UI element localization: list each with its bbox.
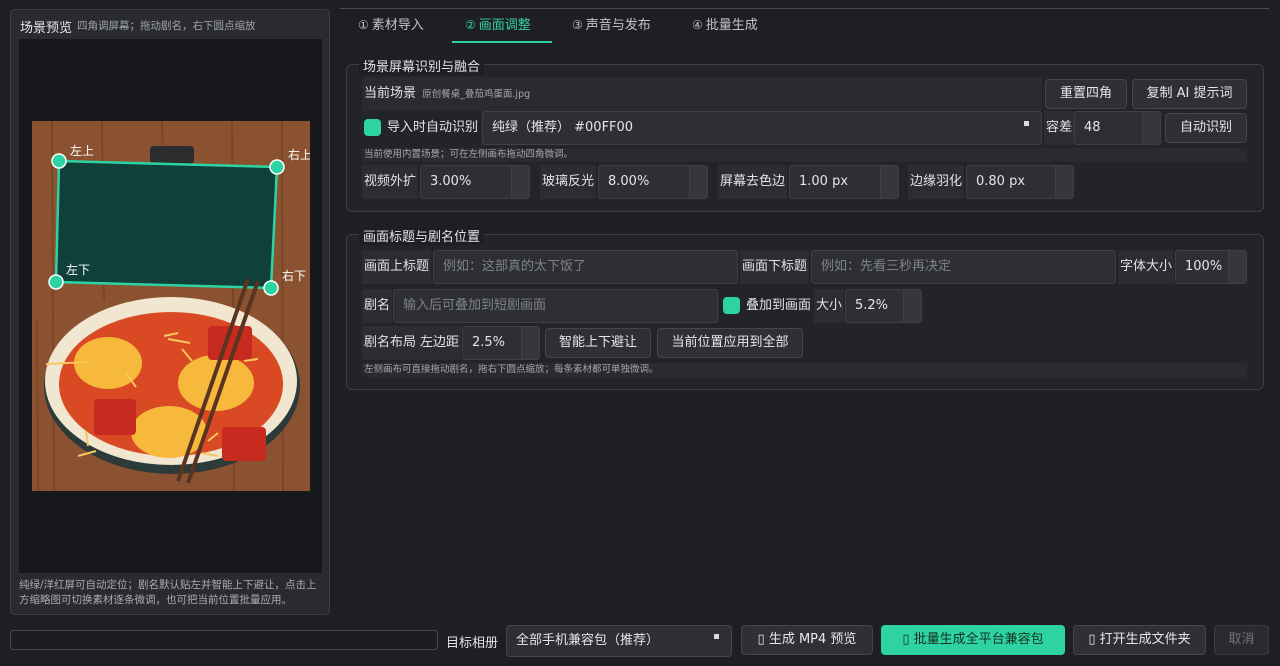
auto-detect-label: 导入时自动识别 [387, 120, 479, 135]
auto-detect-button[interactable]: 自动识别 [1165, 113, 1247, 143]
glass-reflect-label: 玻璃反光 [540, 165, 597, 199]
tomato-1 [94, 399, 136, 435]
tab-label: 素材导入 [371, 18, 424, 33]
dropdown-arrow-icon [714, 634, 719, 639]
group-title: 场景屏幕识别与融合 [359, 56, 485, 75]
left-margin-spinbox[interactable]: 2.5% [462, 326, 540, 360]
top-title-placeholder: 例如：这部真的太下饭了 [443, 259, 587, 274]
current-scene-filename: 原创餐桌_叠茄鸡蛋面.jpg [422, 89, 531, 100]
batch-generate-button[interactable]: ▯ 批量生成全平台兼容包 [881, 625, 1065, 655]
corner-label-bottom-left: 左下 [66, 262, 90, 277]
apply-to-all-button[interactable]: 当前位置应用到全部 [657, 328, 803, 358]
corner-handle-bottom-left[interactable] [48, 274, 64, 290]
open-output-folder-button[interactable]: ▯ 打开生成文件夹 [1073, 625, 1206, 655]
overlay-checkbox[interactable] [723, 297, 740, 314]
drama-name-label: 剧名 [362, 289, 393, 323]
smart-avoid-button[interactable]: 智能上下避让 [545, 328, 651, 358]
edge-feather-spinbox[interactable]: 0.80 px [966, 165, 1074, 199]
left-margin-value: 2.5% [472, 335, 506, 350]
tab-num: ② [465, 18, 476, 32]
overlay-label: 叠加到画面 [746, 298, 812, 313]
top-title-label: 画面上标题 [362, 250, 432, 284]
drama-name-placeholder: 输入后可叠加到短剧画面 [403, 298, 547, 313]
scene-preview-panel: 场景预览 四角调屏幕；拖动剧名，右下圆点缩放 左上 右上 左下 右下 纯绿/洋红… [10, 9, 330, 615]
current-scene-label: 当前场景 [364, 86, 417, 101]
corner-label-top-right: 右上 [288, 147, 310, 162]
bottom-title-placeholder: 例如：先看三秒再决定 [821, 259, 952, 274]
tab-adjust[interactable]: ② 画面调整 [452, 9, 552, 43]
generate-mp4-preview-button[interactable]: ▯ 生成 MP4 预览 [741, 625, 873, 655]
glass-reflect-spinbox[interactable]: 8.00% [598, 165, 708, 199]
font-size-value: 100% [1185, 259, 1223, 274]
screen-trim-label: 屏幕去色边 [718, 165, 788, 199]
title-position-group: 画面标题与剧名位置 画面上标题 例如：这部真的太下饭了 画面下标题 例如：先看三… [346, 226, 1264, 390]
screen-trim-value: 1.00 px [799, 174, 849, 189]
tab-num: ④ [692, 18, 703, 32]
video-expand-value: 3.00% [430, 174, 472, 189]
tomato-2 [222, 427, 266, 461]
scene-image[interactable]: 左上 右上 左下 右下 [32, 121, 310, 491]
size-value: 5.2% [855, 298, 889, 313]
preview-title: 场景预览 [20, 21, 73, 36]
tab-audio-publish[interactable]: ③ 声音与发布 [572, 9, 651, 43]
preview-hint: 四角调屏幕；拖动剧名，右下圆点缩放 [77, 20, 256, 32]
left-margin-label: 左边距 [418, 326, 462, 360]
font-size-label: 字体大小 [1118, 250, 1175, 284]
corner-handle-top-right[interactable] [269, 159, 285, 175]
tab-num: ③ [572, 18, 583, 32]
drama-name-input[interactable]: 输入后可叠加到短剧画面 [393, 289, 718, 323]
screen-trim-spinbox[interactable]: 1.00 px [789, 165, 899, 199]
reset-corners-button[interactable]: 重置四角 [1045, 79, 1127, 109]
corner-handle-bottom-right[interactable] [263, 280, 279, 296]
target-album-value: 全部手机兼容包（推荐） [516, 633, 660, 648]
video-expand-spinbox[interactable]: 3.00% [420, 165, 530, 199]
tab-import[interactable]: ① 素材导入 [358, 9, 424, 43]
size-label: 大小 [814, 289, 845, 323]
preview-footer-hint: 纯绿/洋红屏可自动定位；剧名默认贴左并智能上下避让，点击上方缩略图可切换素材逐条… [19, 579, 317, 606]
auto-detect-checkbox[interactable] [364, 119, 381, 136]
font-size-spinbox[interactable]: 100% [1175, 250, 1247, 284]
phone-camera-nub [150, 146, 194, 164]
group-title: 画面标题与剧名位置 [359, 226, 485, 245]
dropdown-arrow-icon [1024, 121, 1029, 126]
edge-feather-value: 0.80 px [976, 174, 1026, 189]
tab-num: ① [358, 18, 369, 32]
copy-ai-prompt-button[interactable]: 复制 AI 提示词 [1132, 79, 1247, 109]
tab-batch[interactable]: ④ 批量生成 [692, 9, 758, 43]
corner-handle-top-left[interactable] [51, 153, 67, 169]
bottom-title-label: 画面下标题 [740, 250, 810, 284]
size-spinbox[interactable]: 5.2% [845, 289, 922, 323]
tolerance-value: 48 [1084, 120, 1101, 135]
tab-bar: ① 素材导入 ② 画面调整 ③ 声音与发布 ④ 批量生成 [340, 8, 1269, 43]
title-note: 左侧画布可直接拖动剧名，拖右下圆点缩放；每条素材都可单独微调。 [362, 363, 1247, 377]
video-expand-label: 视频外扩 [362, 165, 419, 199]
tolerance-spinbox[interactable]: 48 [1074, 111, 1161, 145]
drama-layout-label: 剧名布局 [362, 326, 419, 360]
preview-canvas[interactable]: 左上 右上 左下 右下 [19, 39, 322, 573]
current-scene-row: 当前场景 原创餐桌_叠茄鸡蛋面.jpg [362, 77, 1042, 111]
tolerance-label: 容差 [1044, 111, 1075, 145]
bottom-title-input[interactable]: 例如：先看三秒再决定 [811, 250, 1116, 284]
screen-detect-group: 场景屏幕识别与融合 当前场景 原创餐桌_叠茄鸡蛋面.jpg 重置四角 复制 AI… [346, 56, 1264, 212]
glass-reflect-value: 8.00% [608, 174, 650, 189]
cancel-button[interactable]: 取消 [1214, 625, 1269, 655]
target-album-select[interactable]: 全部手机兼容包（推荐） [506, 625, 732, 657]
corner-label-top-left: 左上 [70, 143, 94, 158]
top-title-input[interactable]: 例如：这部真的太下饭了 [433, 250, 738, 284]
edge-feather-label: 边缘羽化 [908, 165, 965, 199]
target-album-label: 目标相册 [446, 636, 499, 651]
screen-note: 当前使用内置场景；可在左侧画布拖动四角微调。 [362, 148, 1247, 162]
tab-label: 声音与发布 [585, 18, 651, 33]
color-mode-select[interactable]: 纯绿（推荐） #00FF00 [482, 111, 1042, 145]
corner-label-bottom-right: 右下 [282, 268, 306, 283]
tab-label: 画面调整 [478, 18, 531, 33]
tab-label: 批量生成 [705, 18, 758, 33]
progress-bar [10, 630, 438, 650]
color-mode-value: 纯绿（推荐） #00FF00 [492, 120, 634, 135]
